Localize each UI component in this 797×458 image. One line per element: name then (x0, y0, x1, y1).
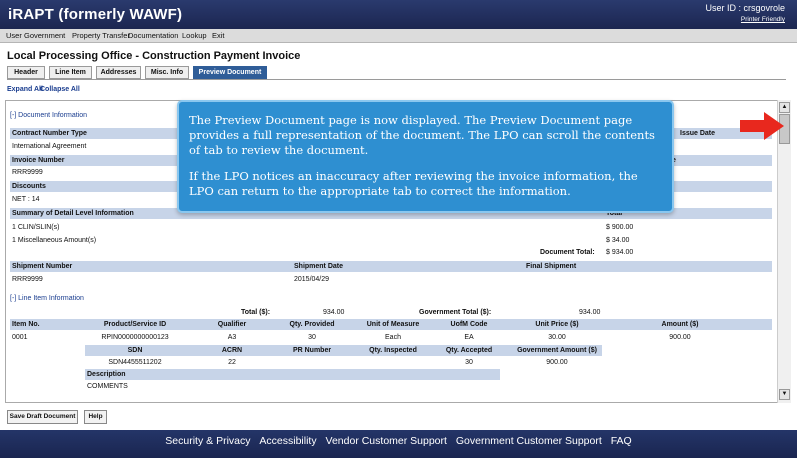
col-qty-provided: Qty. Provided (289, 321, 335, 328)
shipment-number-value: RRR9999 (12, 276, 43, 283)
col-uofm-code: UofM Code (450, 321, 488, 328)
tab-header[interactable]: Header (7, 66, 45, 79)
printer-friendly-link[interactable]: Printer Friendly (741, 16, 785, 23)
invoice-number-value: RRR9999 (12, 169, 43, 176)
col-qualifier: Qualifier (217, 321, 247, 328)
footer: Security & Privacy Accessibility Vendor … (0, 430, 797, 458)
expand-all-link[interactable]: Expand All (7, 86, 43, 93)
misc-total: $ 34.00 (606, 237, 630, 244)
callout-paragraph-2: If the LPO notices an inaccuracy after r… (189, 169, 638, 198)
line-total-label: Total ($): (241, 309, 271, 316)
tab-preview-document[interactable]: Preview Document (193, 66, 267, 79)
tab-misc-info[interactable]: Misc. Info (145, 66, 189, 79)
menu-exit[interactable]: Exit (212, 31, 225, 40)
cell-qty-accepted: 30 (465, 359, 473, 366)
line-total-value: 934.00 (323, 309, 345, 316)
col-unit-price: Unit Price ($) (535, 321, 579, 328)
col-pr-number: PR Number (292, 347, 332, 354)
document-total-label: Document Total: (540, 249, 595, 256)
col-amount: Amount ($) (661, 321, 699, 328)
cell-government-amount: 900.00 (546, 359, 568, 366)
cell-amount: 900.00 (669, 334, 691, 341)
tab-addresses[interactable]: Addresses (96, 66, 141, 79)
final-shipment-label: Final Shipment (526, 263, 577, 270)
preview-scrollbar[interactable]: ▲ ▼ (777, 100, 791, 403)
gov-total-value: 934.00 (579, 309, 601, 316)
help-button[interactable]: Help (84, 410, 107, 424)
menu-property-transfer[interactable]: Property Transfer (72, 31, 130, 40)
callout-paragraph-1: The Preview Document page is now display… (189, 113, 655, 157)
summary-label: Summary of Detail Level Information (12, 210, 134, 217)
col-product-service-id: Product/Service ID (103, 321, 167, 328)
footer-vendor-support[interactable]: Vendor Customer Support (326, 435, 447, 447)
invoice-number-label: Invoice Number (12, 157, 65, 164)
footer-government-support[interactable]: Government Customer Support (456, 435, 602, 447)
top-bar: iRAPT (formerly WAWF) User ID : crsgovro… (0, 0, 797, 29)
description-label: Description (87, 371, 126, 378)
footer-accessibility[interactable]: Accessibility (259, 435, 316, 447)
tab-line-item[interactable]: Line Item (49, 66, 92, 79)
cell-acrn: 22 (228, 359, 236, 366)
shipment-number-label: Shipment Number (12, 263, 73, 270)
col-sdn: SDN (127, 347, 143, 354)
save-draft-button[interactable]: Save Draft Document (7, 410, 78, 424)
description-value: COMMENTS (87, 383, 128, 390)
footer-security-privacy[interactable]: Security & Privacy (165, 435, 250, 447)
tutorial-callout: The Preview Document page is now display… (177, 100, 674, 213)
cell-unit-of-measure: Each (385, 334, 401, 341)
menu-user[interactable]: User (6, 31, 22, 40)
tab-divider (7, 79, 786, 80)
footer-faq[interactable]: FAQ (611, 435, 632, 447)
clin-count: 1 CLIN/SLIN(s) (12, 224, 60, 231)
menu-documentation[interactable]: Documentation (128, 31, 178, 40)
clin-total: $ 900.00 (606, 224, 634, 231)
col-government-amount: Government Amount ($) (517, 347, 597, 354)
page-title: Local Processing Office - Construction P… (7, 50, 301, 62)
col-unit-of-measure: Unit of Measure (366, 321, 420, 328)
red-arrow-icon (740, 112, 784, 140)
cell-product-service-id: RPIN0000000000123 (101, 334, 169, 341)
line-item-information-toggle[interactable]: [-] Line Item Information (10, 295, 84, 302)
document-information-toggle[interactable]: [-] Document Information (10, 112, 87, 119)
menu-government[interactable]: Government (24, 31, 65, 40)
issue-date-label: Issue Date (680, 130, 716, 137)
collapse-all-link[interactable]: Collapse All (40, 86, 80, 93)
menu-bar: User Government Property Transfer Docume… (0, 29, 797, 43)
document-total-value: $ 934.00 (606, 249, 634, 256)
col-item-no: Item No. (12, 321, 40, 328)
col-qty-accepted: Qty. Accepted (445, 347, 493, 354)
cell-qty-provided: 30 (308, 334, 316, 341)
cell-item-no: 0001 (12, 334, 28, 341)
gov-total-label: Government Total ($): (419, 309, 492, 316)
scroll-down-icon[interactable]: ▼ (779, 389, 790, 400)
col-acrn: ACRN (221, 347, 243, 354)
contract-number-type-value: International Agreement (12, 143, 87, 150)
shipment-date-label: Shipment Date (294, 263, 344, 270)
shipment-date-value: 2015/04/29 (294, 276, 330, 283)
discounts-value: NET : 14 (12, 196, 40, 203)
description-header: Description (85, 369, 500, 380)
contract-number-type-label: Contract Number Type (12, 130, 87, 137)
user-id: User ID : crsgovrole (705, 3, 785, 13)
cell-unit-price: 30.00 (548, 334, 566, 341)
cell-sdn: SDN4455511202 (108, 359, 162, 366)
app-title: iRAPT (formerly WAWF) (8, 6, 183, 23)
cell-uofm-code: EA (464, 334, 474, 341)
col-qty-inspected: Qty. Inspected (369, 347, 417, 354)
shipment-header: Shipment Number Shipment Date Final Ship… (10, 261, 772, 272)
discounts-label: Discounts (12, 183, 46, 190)
menu-lookup[interactable]: Lookup (182, 31, 207, 40)
misc-count: 1 Miscellaneous Amount(s) (12, 237, 97, 244)
cell-qualifier: A3 (227, 334, 237, 341)
